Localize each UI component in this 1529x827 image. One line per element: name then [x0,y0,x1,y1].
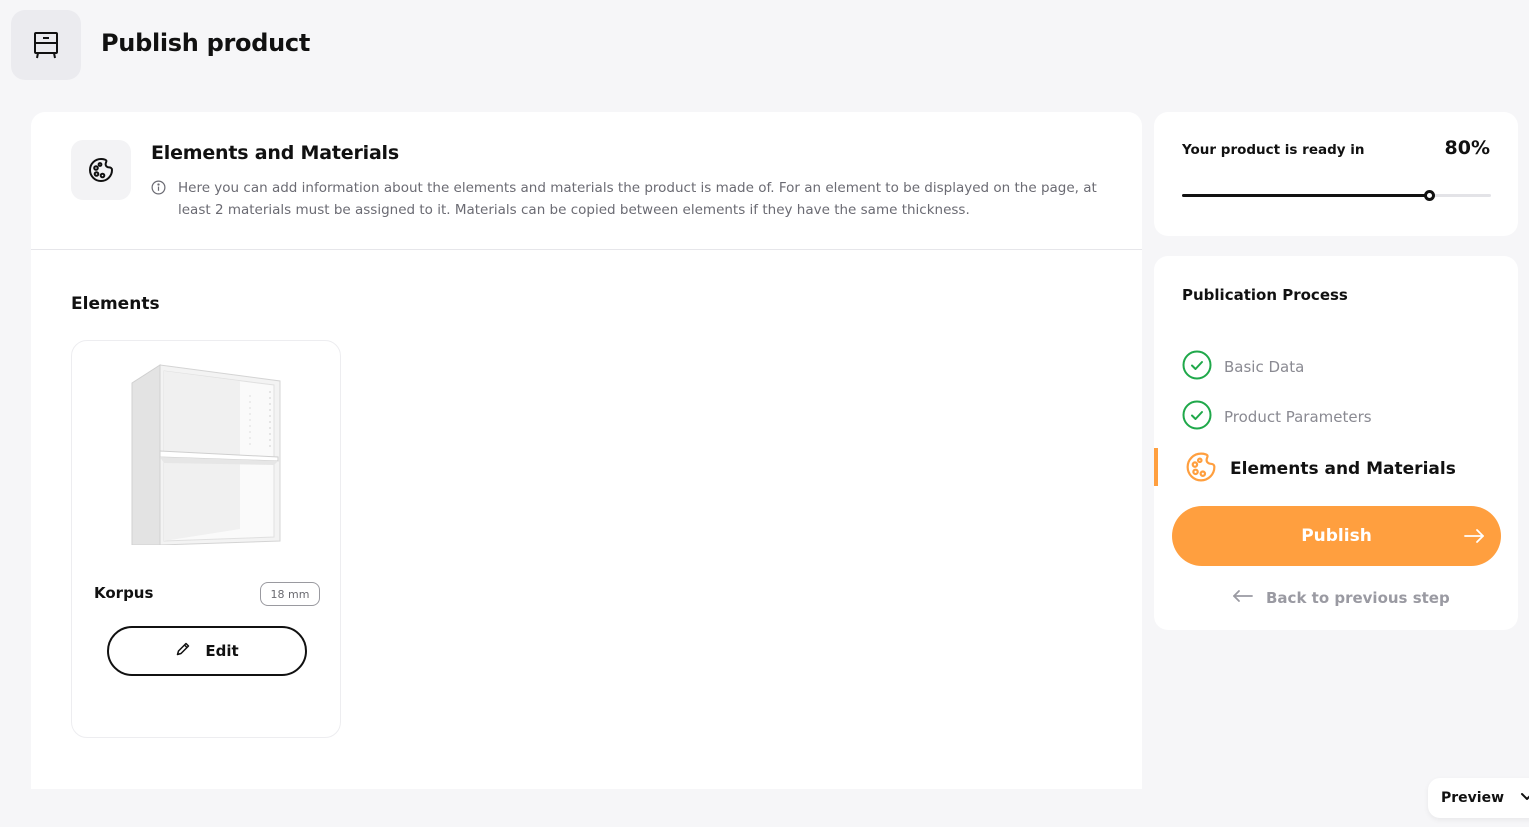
palette-icon [71,140,131,200]
section-description: Here you can add information about the e… [178,180,1097,218]
edit-button-label: Edit [205,642,239,660]
arrow-left-icon [1232,588,1254,608]
progress-bar [1182,190,1491,201]
page-title: Publish product [101,29,311,57]
thickness-badge: 18 mm [260,582,320,606]
pencil-icon [175,641,191,661]
edit-button[interactable]: Edit [107,626,307,676]
active-step-indicator [1154,448,1158,486]
chevron-down-icon [1520,790,1529,806]
element-image [131,364,281,545]
element-card: Korpus 18 mm Edit [71,340,341,738]
back-to-previous-step-link[interactable]: Back to previous step [1232,588,1450,608]
check-circle-icon [1182,400,1212,434]
progress-fill [1182,194,1430,197]
process-title: Publication Process [1182,286,1348,304]
progress-value: 80% [1444,137,1490,159]
step-label: Product Parameters [1224,408,1372,426]
step-label: Elements and Materials [1230,459,1456,479]
cabinet-icon [11,10,81,80]
publish-product-page: Publish product Elements and Materials H… [0,0,1529,827]
back-link-label: Back to previous step [1266,589,1450,607]
elements-title: Elements [71,294,160,314]
palette-icon [1184,450,1218,488]
step-elements-and-materials[interactable]: Elements and Materials [1184,450,1456,488]
progress-knob [1424,190,1436,201]
section-header: Elements and Materials Here you can add … [31,112,1142,250]
main-card: Elements and Materials Here you can add … [31,112,1142,789]
publication-process-card: Publication Process Basic Data Product P… [1154,256,1518,630]
arrow-right-icon [1463,526,1485,551]
progress-card: Your product is ready in 80% [1154,112,1518,236]
step-basic-data[interactable]: Basic Data [1182,350,1304,384]
info-icon [151,180,166,199]
section-title: Elements and Materials [151,142,399,164]
step-product-parameters[interactable]: Product Parameters [1182,400,1372,434]
check-circle-icon [1182,350,1212,384]
progress-label: Your product is ready in [1182,142,1365,158]
step-label: Basic Data [1224,358,1305,376]
publish-button-label: Publish [1301,526,1372,546]
publish-button[interactable]: Publish [1172,506,1501,566]
preview-label: Preview [1441,790,1505,806]
element-name: Korpus [94,584,154,602]
preview-button[interactable]: Preview [1428,778,1529,818]
